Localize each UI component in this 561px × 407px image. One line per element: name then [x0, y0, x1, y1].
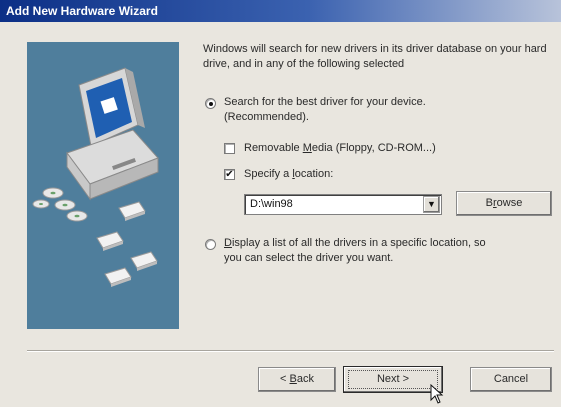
display-list-radio[interactable] — [205, 239, 216, 250]
browse-suffix: owse — [496, 197, 523, 209]
specify-location-label[interactable]: Specify a location: — [244, 167, 333, 182]
display-list-line1-rest: isplay a list of all the drivers in a sp… — [231, 237, 486, 249]
back-prefix: < — [280, 373, 290, 385]
footer-separator — [27, 350, 554, 352]
specify-location-suffix: ocation: — [294, 168, 334, 180]
mouse-cursor-icon — [430, 384, 444, 404]
window-title: Add New Hardware Wizard — [6, 4, 158, 18]
back-suffix: ack — [296, 373, 314, 385]
search-best-line2: (Recommended). — [224, 111, 309, 123]
specify-location-checkbox[interactable]: ✔ — [224, 169, 235, 180]
title-bar[interactable]: Add New Hardware Wizard — [0, 0, 561, 22]
intro-text: Windows will search for new drivers in i… — [203, 43, 547, 70]
removable-media-suffix: edia (Floppy, CD-ROM...) — [311, 142, 436, 154]
browse-prefix: B — [485, 197, 493, 209]
display-list-label[interactable]: Display a list of all the drivers in a s… — [224, 236, 554, 266]
search-best-radio[interactable] — [205, 98, 216, 109]
dropdown-arrow-glyph: ▼ — [427, 199, 436, 209]
focus-ring — [348, 370, 438, 389]
back-button[interactable]: < Back — [258, 367, 336, 392]
floppy-disk-icon — [96, 201, 158, 287]
removable-media-prefix: Removable — [244, 142, 303, 154]
display-list-accel: D — [224, 237, 232, 249]
next-button[interactable]: Next > — [343, 366, 443, 393]
back-accel: B — [289, 373, 297, 385]
wizard-illustration-panel — [27, 42, 179, 329]
cancel-button[interactable]: Cancel — [470, 367, 552, 392]
browse-button[interactable]: Browse — [456, 191, 552, 216]
removable-media-accel: M — [302, 142, 312, 154]
search-best-line1: Search for the best driver for your devi… — [224, 96, 426, 108]
dropdown-arrow-icon[interactable]: ▼ — [423, 196, 440, 213]
removable-media-checkbox[interactable] — [224, 143, 235, 154]
search-best-label[interactable]: Search for the best driver for your devi… — [224, 95, 426, 125]
specify-location-prefix: Specify a — [244, 168, 293, 180]
location-value[interactable]: D:\win98 — [250, 198, 293, 210]
display-list-line1: Display a list of all the drivers in a s… — [224, 236, 554, 251]
wizard-window: Add New Hardware Wizard Windows will sea… — [0, 0, 561, 407]
removable-media-label[interactable]: Removable Media (Floppy, CD-ROM...) — [244, 141, 436, 156]
checkmark-icon: ✔ — [225, 169, 234, 180]
display-list-line2: you can select the driver you want. — [224, 252, 394, 264]
computer-icon — [66, 67, 159, 201]
wizard-illustration — [32, 67, 159, 287]
cd-disc-icon — [32, 187, 88, 222]
cancel-label: Cancel — [493, 373, 529, 385]
location-combobox[interactable]: D:\win98 ▼ — [244, 194, 442, 215]
